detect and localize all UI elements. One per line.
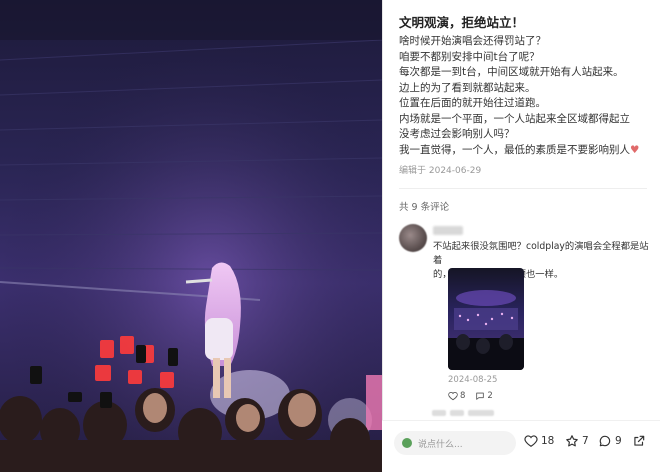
post-line: 啥时候开始演唱会还得罚站了？ bbox=[399, 35, 546, 47]
post-date: 编辑于 2024-06-29 bbox=[399, 166, 482, 176]
next-comment-blurred bbox=[432, 410, 494, 416]
commenter-name-blurred[interactable] bbox=[433, 226, 463, 235]
comment-input-placeholder: 说点什么... bbox=[418, 439, 463, 450]
comment-like-button[interactable]: 8 bbox=[448, 391, 465, 401]
share-button[interactable] bbox=[632, 434, 646, 448]
blurred-chip bbox=[450, 410, 464, 416]
favorite-count: 7 bbox=[582, 435, 589, 447]
post-line-text: 我一直觉得，一个人，最低的素质是不要影响别人 bbox=[399, 143, 630, 156]
heart-icon bbox=[448, 392, 458, 401]
reply-icon bbox=[476, 392, 485, 400]
post-line: 没考虑过会影响别人吗？ bbox=[399, 128, 515, 140]
post-body: 啥时候开始演唱会还得罚站了？ 咱要不都别安排中间t台了呢？ 每次都是一到t台，中… bbox=[399, 34, 655, 158]
comment-reply-count: 2 bbox=[487, 391, 493, 401]
share-icon bbox=[634, 435, 645, 446]
bottom-action-bar: 说点什么... 18 7 9 bbox=[382, 420, 660, 472]
comment-reply-button[interactable]: 2 bbox=[475, 391, 493, 401]
comment-date: 2024-08-25 bbox=[448, 375, 498, 385]
like-button[interactable]: 18 bbox=[524, 434, 554, 448]
avatar[interactable] bbox=[399, 224, 427, 252]
comment-bubble-icon bbox=[599, 435, 611, 447]
post-photo[interactable] bbox=[0, 0, 382, 472]
comment-like-count: 8 bbox=[460, 391, 466, 401]
post-line: 我一直觉得，一个人，最低的素质是不要影响别人♥ bbox=[399, 143, 655, 159]
comment-photo-illustration bbox=[448, 290, 524, 370]
post-line: 边上的为了看到就都站起来。 bbox=[399, 81, 536, 94]
post-title: 文明观演，拒绝站立！ bbox=[399, 15, 525, 30]
user-avatar bbox=[402, 438, 412, 448]
heart-icon bbox=[524, 435, 538, 447]
comment-line: 不站起来很没氛围吧？coldplay的演唱会全程都是站着 bbox=[433, 241, 649, 266]
concert-photo-illustration bbox=[0, 0, 382, 472]
comment-count-button: 9 bbox=[615, 435, 622, 447]
star-icon bbox=[566, 435, 578, 447]
comment-count: 共 9 条评论 bbox=[399, 202, 450, 213]
comment-input[interactable]: 说点什么... bbox=[394, 431, 516, 455]
comment-image[interactable] bbox=[448, 268, 524, 370]
comment-actions: 8 2 bbox=[448, 391, 493, 401]
post-line: 每次都是一到t台，中间区域就开始有人站起来。 bbox=[399, 66, 624, 78]
post-detail-panel: 文明观演，拒绝站立！ 啥时候开始演唱会还得罚站了？ 咱要不都别安排中间t台了呢？… bbox=[382, 0, 660, 472]
divider bbox=[399, 188, 647, 189]
blurred-chip bbox=[432, 410, 446, 416]
favorite-button[interactable]: 7 bbox=[565, 434, 589, 448]
post-line: 咱要不都别安排中间t台了呢？ bbox=[399, 50, 540, 63]
like-count: 18 bbox=[541, 435, 555, 447]
comment-button[interactable]: 9 bbox=[598, 434, 622, 448]
post-line: 位置在后面的就开始往过道跑。 bbox=[399, 97, 546, 109]
blurred-chip bbox=[468, 410, 494, 416]
post-line: 内场就是一个平面，一个人站起来全区域都得起立 bbox=[399, 112, 630, 125]
emoji-icon: ♥ bbox=[630, 143, 640, 156]
